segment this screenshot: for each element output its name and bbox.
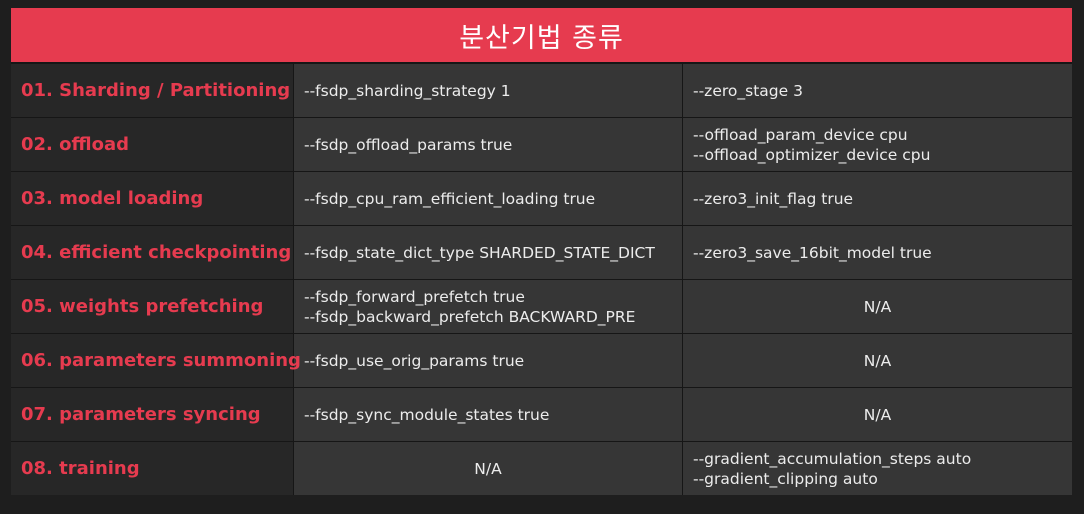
category-cell: 07. parameters syncing [11,387,294,442]
option-line: --zero_stage 3 [693,81,803,100]
option-line: --fsdp_offload_params true [304,135,513,154]
option-line: --gradient_clipping auto [693,469,878,488]
option-line: --offload_param_device cpu [693,125,908,144]
option-line: --offload_optimizer_device cpu [693,145,931,164]
table-row: 02. offload --fsdp_offload_params true --o… [11,117,1072,172]
deepspeed-option-cell: --zero3_init_flag true [682,171,1072,226]
option-line: --fsdp_forward_prefetch true [304,287,525,306]
option-line: --zero3_save_16bit_model true [693,243,932,262]
comparison-slide: 분산기법 종류 01. Sharding / Partitioning --fsd… [11,8,1072,495]
option-line: --fsdp_cpu_ram_efficient_loading true [304,189,596,208]
deepspeed-option-cell: N/A [682,279,1072,334]
option-line: --gradient_accumulation_steps auto [693,449,972,468]
fsdp-option-cell: --fsdp_use_orig_params true [293,333,683,388]
category-cell: 04. efficient checkpointing [11,225,294,280]
category-cell: 06. parameters summoning [11,333,301,388]
fsdp-option-cell: --fsdp_cpu_ram_efficient_loading true [293,171,683,226]
deepspeed-option-cell: --zero_stage 3 [682,62,1072,118]
table-body: 01. Sharding / Partitioning --fsdp_shardi… [11,62,1072,495]
category-cell: 08. training [11,441,294,495]
option-line: --fsdp_sync_module_states true [304,405,550,424]
table-row: 03. model loading --fsdp_cpu_ram_efficien… [11,171,1072,226]
deepspeed-option-cell: N/A [682,387,1072,442]
option-line: --fsdp_sharding_strategy 1 [304,81,511,100]
table-row: 01. Sharding / Partitioning --fsdp_shardi… [11,62,1072,118]
category-cell: 02. offload [11,117,294,172]
option-line: --fsdp_state_dict_type SHARDED_STATE_DIC… [304,243,655,262]
category-cell: 01. Sharding / Partitioning [11,62,294,118]
deepspeed-option-cell: N/A [682,333,1072,388]
table-row: 05. weights prefetching --fsdp_forward_pr… [11,279,1072,334]
option-line: --fsdp_use_orig_params true [304,351,525,370]
option-line: N/A [863,405,892,424]
option-line: --fsdp_backward_prefetch BACKWARD_PRE [304,307,636,326]
fsdp-option-cell: N/A [293,441,683,495]
fsdp-option-cell: --fsdp_state_dict_type SHARDED_STATE_DIC… [293,225,683,280]
comparison-table: 01. Sharding / Partitioning --fsdp_shardi… [11,62,1072,495]
deepspeed-option-cell: --gradient_accumulation_steps auto --grad… [682,441,1072,495]
slide-title: 분산기법 종류 [459,22,624,54]
fsdp-option-cell: --fsdp_forward_prefetch true --fsdp_backw… [293,279,683,334]
category-cell: 05. weights prefetching [11,279,294,334]
table-row: 06. parameters summoning --fsdp_use_orig_… [11,333,1072,388]
table-row: 07. parameters syncing --fsdp_sync_module… [11,387,1072,442]
fsdp-option-cell: --fsdp_sharding_strategy 1 [293,62,683,118]
deepspeed-option-cell: --zero3_save_16bit_model true [682,225,1072,280]
deepspeed-option-cell: --offload_param_device cpu --offload_opti… [682,117,1072,172]
table-row: 08. training N/A --gradient_accumulation_s… [11,441,1072,495]
option-line: N/A [474,459,502,478]
option-line: N/A [863,297,892,316]
option-line: N/A [863,351,892,370]
option-line: --zero3_init_flag true [693,189,854,208]
table-row: 04. efficient checkpointing --fsdp_state_… [11,225,1072,280]
fsdp-option-cell: --fsdp_sync_module_states true [293,387,683,442]
fsdp-option-cell: --fsdp_offload_params true [293,117,683,172]
slide-title-bar: 분산기법 종류 [11,8,1072,62]
category-cell: 03. model loading [11,171,294,226]
